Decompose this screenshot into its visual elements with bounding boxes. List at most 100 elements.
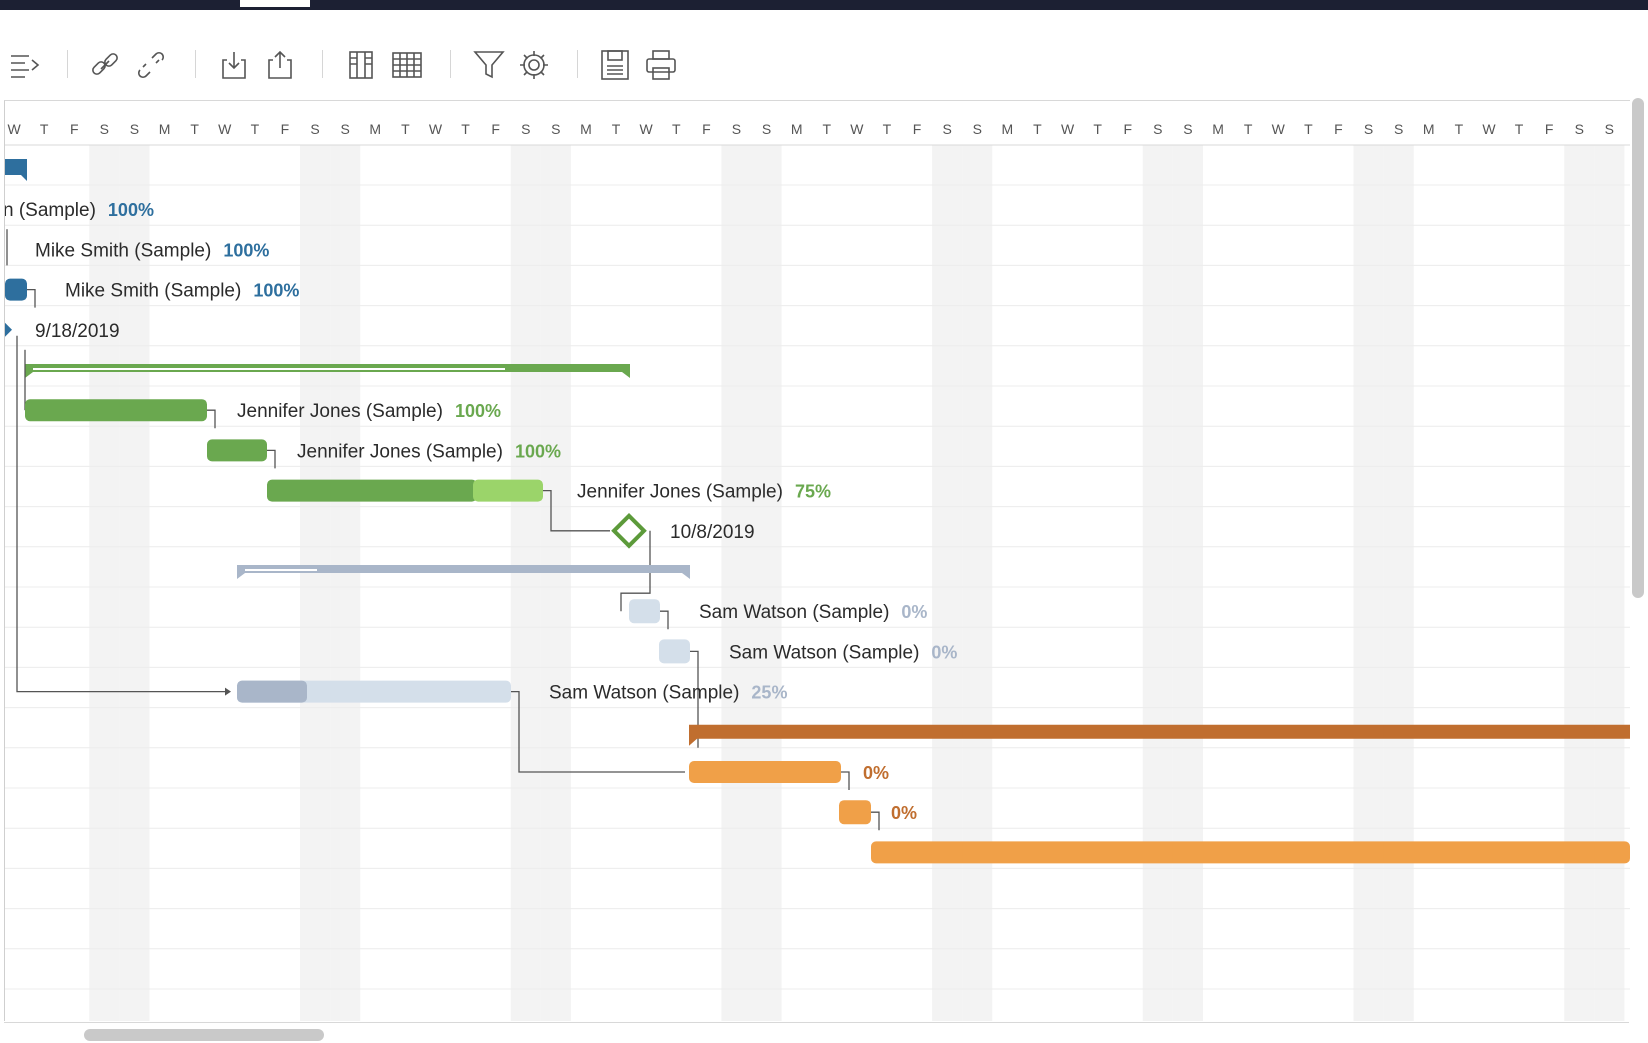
grid-icon[interactable] <box>390 48 424 82</box>
day-label: F <box>1123 121 1132 137</box>
day-label: W <box>1482 121 1496 137</box>
task-label: Sam Watson (Sample) <box>699 602 889 623</box>
weekend-column <box>1383 145 1414 1021</box>
gray-task-bar[interactable] <box>629 599 660 624</box>
blue-milestone[interactable] <box>5 322 12 337</box>
day-label: W <box>429 121 443 137</box>
day-label: S <box>1575 121 1584 137</box>
green-task-bar-remaining[interactable] <box>473 479 543 502</box>
columns-icon[interactable] <box>344 48 378 82</box>
orange-task-bar[interactable] <box>689 761 841 783</box>
day-label: W <box>640 121 654 137</box>
day-label: T <box>1455 121 1464 137</box>
green-task-bar-done[interactable] <box>267 479 477 502</box>
day-label: W <box>1272 121 1286 137</box>
task-percent: 100% <box>253 281 299 301</box>
gantt-chart-area[interactable]: W T F S S M T W T F S S M T W T F S S M T W T F S S M T W T F S S M T W T F S S… <box>4 100 1630 1021</box>
day-label: M <box>369 121 381 137</box>
task-label: Jennifer Jones (Sample) <box>237 401 443 422</box>
day-label: T <box>883 121 892 137</box>
day-label: S <box>732 121 741 137</box>
day-label: S <box>762 121 771 137</box>
weekend-column <box>721 145 752 1021</box>
milestone-diamond[interactable] <box>611 512 647 549</box>
gray-task-bar[interactable] <box>659 639 690 664</box>
green-task-bar[interactable] <box>25 399 207 422</box>
orange-task-bar[interactable] <box>839 800 871 825</box>
day-label: T <box>612 121 621 137</box>
link-icon[interactable] <box>88 48 122 82</box>
weekend-column <box>1353 145 1384 1021</box>
blue-summary-bar[interactable] <box>5 159 27 181</box>
day-label: T <box>401 121 410 137</box>
task-label: Mike Smith (Sample) <box>65 281 241 302</box>
export-icon[interactable] <box>263 48 297 82</box>
task-percent: 0% <box>863 763 889 783</box>
day-label: S <box>551 121 560 137</box>
task-percent: 0% <box>931 642 957 662</box>
task-percent: 0% <box>891 803 917 823</box>
dependency-connector <box>27 288 36 308</box>
import-icon[interactable] <box>217 48 251 82</box>
toolbar-separator <box>67 50 68 78</box>
weekend-column <box>962 145 993 1021</box>
dependency-connector <box>871 811 880 831</box>
indent-icon[interactable] <box>8 48 42 82</box>
dependency-connector <box>267 449 276 469</box>
horizontal-scrollbar[interactable] <box>4 1022 1629 1043</box>
weekend-column <box>1594 145 1625 1021</box>
window-top-bar <box>0 0 1648 10</box>
blue-task-bar[interactable] <box>5 278 27 301</box>
day-label: T <box>1244 121 1253 137</box>
orange-task-bar[interactable] <box>871 841 1630 864</box>
vertical-scrollbar[interactable] <box>1632 98 1644 598</box>
weekend-column <box>300 145 331 1021</box>
day-label: S <box>973 121 982 137</box>
day-label: M <box>159 121 171 137</box>
save-icon[interactable] <box>598 48 632 82</box>
day-label: S <box>310 121 319 137</box>
day-label: S <box>521 121 530 137</box>
task-percent: 100% <box>515 441 561 461</box>
task-label: Jennifer Jones (Sample) <box>577 482 783 503</box>
day-label: T <box>190 121 199 137</box>
unlink-icon[interactable] <box>134 48 168 82</box>
day-label: S <box>1364 121 1373 137</box>
weekend-column <box>1564 145 1595 1021</box>
print-icon[interactable] <box>644 48 678 82</box>
task-percent: 0% <box>901 602 927 622</box>
weekend-column <box>932 145 963 1021</box>
gantt-toolbar <box>0 10 1648 98</box>
day-label: M <box>1423 121 1435 137</box>
day-label: M <box>1002 121 1014 137</box>
day-label: T <box>822 121 831 137</box>
day-label: S <box>340 121 349 137</box>
task-label: Sam Watson (Sample) <box>729 642 919 663</box>
task-label: Sam Watson (Sample) <box>549 683 739 704</box>
day-label: S <box>942 121 951 137</box>
filter-icon[interactable] <box>472 48 506 82</box>
horizontal-scrollbar-thumb[interactable] <box>84 1029 324 1041</box>
task-percent: 25% <box>751 683 787 703</box>
day-label: W <box>1061 121 1075 137</box>
day-label: M <box>791 121 803 137</box>
gantt-canvas[interactable]: W T F S S M T W T F S S M T W T F S S M T W T F S S M T W T F S S M T W T F S S… <box>5 101 1630 1021</box>
weekend-column <box>89 145 120 1021</box>
day-label: F <box>913 121 922 137</box>
toolbar-separator <box>577 50 578 78</box>
dependency-connector <box>660 610 669 630</box>
day-label: T <box>251 121 260 137</box>
settings-icon[interactable] <box>517 48 551 82</box>
day-label: S <box>100 121 109 137</box>
green-task-bar[interactable] <box>207 439 267 462</box>
gray-task-bar-done[interactable] <box>237 680 307 703</box>
day-label: W <box>218 121 232 137</box>
day-label: F <box>70 121 79 137</box>
task-label: n (Sample) <box>5 200 96 221</box>
day-label: T <box>1093 121 1102 137</box>
weekend-column <box>1172 145 1203 1021</box>
day-label: F <box>1334 121 1343 137</box>
task-percent: 100% <box>455 401 501 421</box>
active-tab-indicator[interactable] <box>240 0 310 7</box>
toolbar-separator <box>450 50 451 78</box>
